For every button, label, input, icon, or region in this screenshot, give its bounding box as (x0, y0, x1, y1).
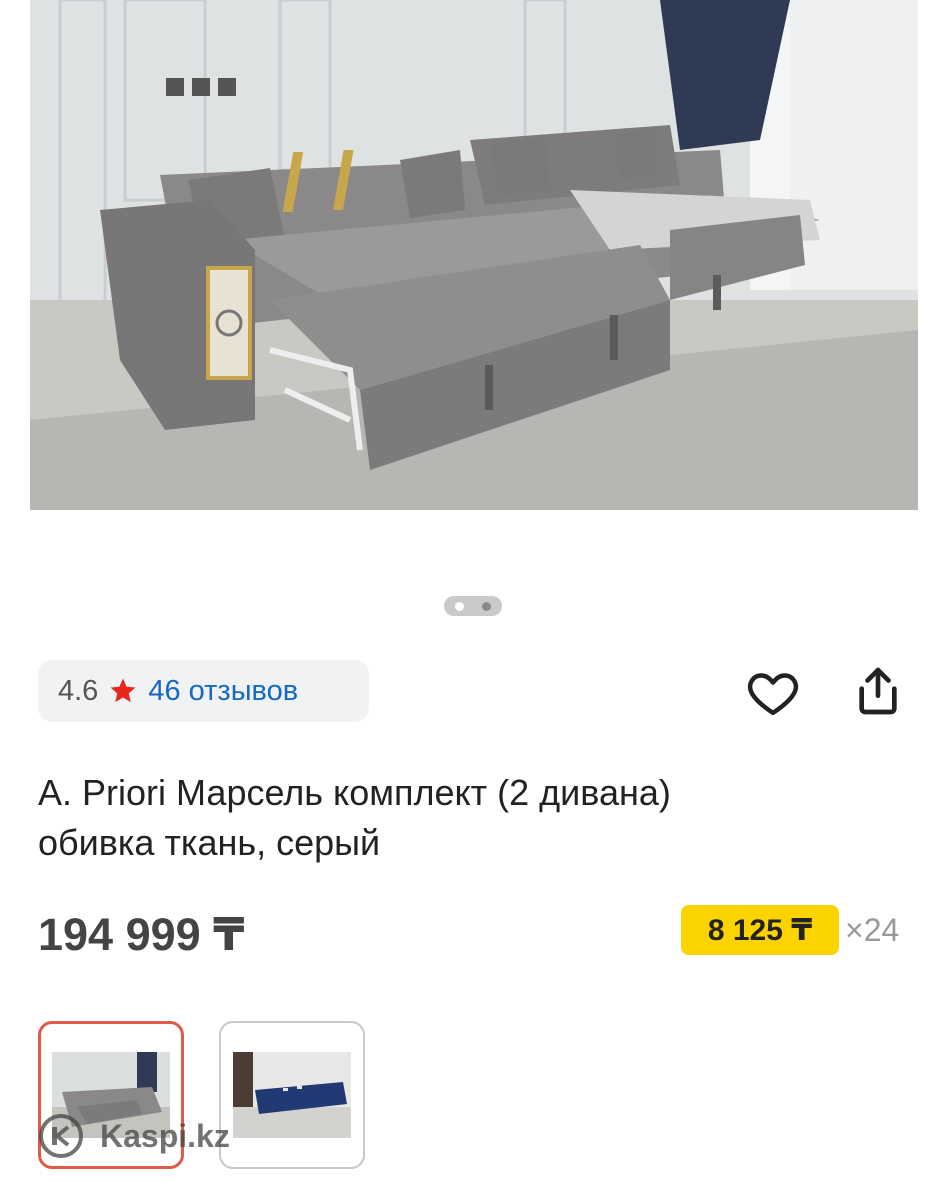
product-price: 194 999 ₸ (38, 909, 245, 960)
pagination-dot-2[interactable] (482, 602, 491, 611)
product-image[interactable] (30, 0, 918, 510)
star-icon (110, 678, 136, 703)
gallery-pagination[interactable] (444, 596, 502, 616)
watermark-text: Kaspi.kz (100, 1117, 230, 1154)
kaspi-logo-icon (39, 1114, 83, 1158)
rating-badge[interactable]: 4.6 46 отзывов (38, 660, 369, 722)
installment-badge[interactable]: 8 125 ₸ (681, 905, 839, 955)
share-icon (859, 667, 897, 715)
pagination-dot-1[interactable] (455, 602, 464, 611)
share-button[interactable] (850, 663, 906, 719)
thumbnail-blue-sofa[interactable] (219, 1021, 365, 1169)
product-title: A. Priori Марсель комплект (2 дивана) об… (38, 768, 858, 868)
rating-value: 4.6 (58, 674, 99, 707)
favorite-button[interactable] (745, 665, 801, 721)
product-title-line-1: A. Priori Марсель комплект (2 дивана) (38, 772, 671, 813)
installment-months: ×24 (845, 912, 900, 948)
product-title-line-2: обивка ткань, серый (38, 822, 381, 863)
reviews-link[interactable]: 46 отзывов (148, 675, 298, 708)
heart-icon (747, 673, 799, 716)
sofa-photo (30, 0, 918, 510)
thumbnail-image-blue (233, 1052, 351, 1138)
kaspi-watermark: Kaspi.kz (38, 1112, 230, 1160)
